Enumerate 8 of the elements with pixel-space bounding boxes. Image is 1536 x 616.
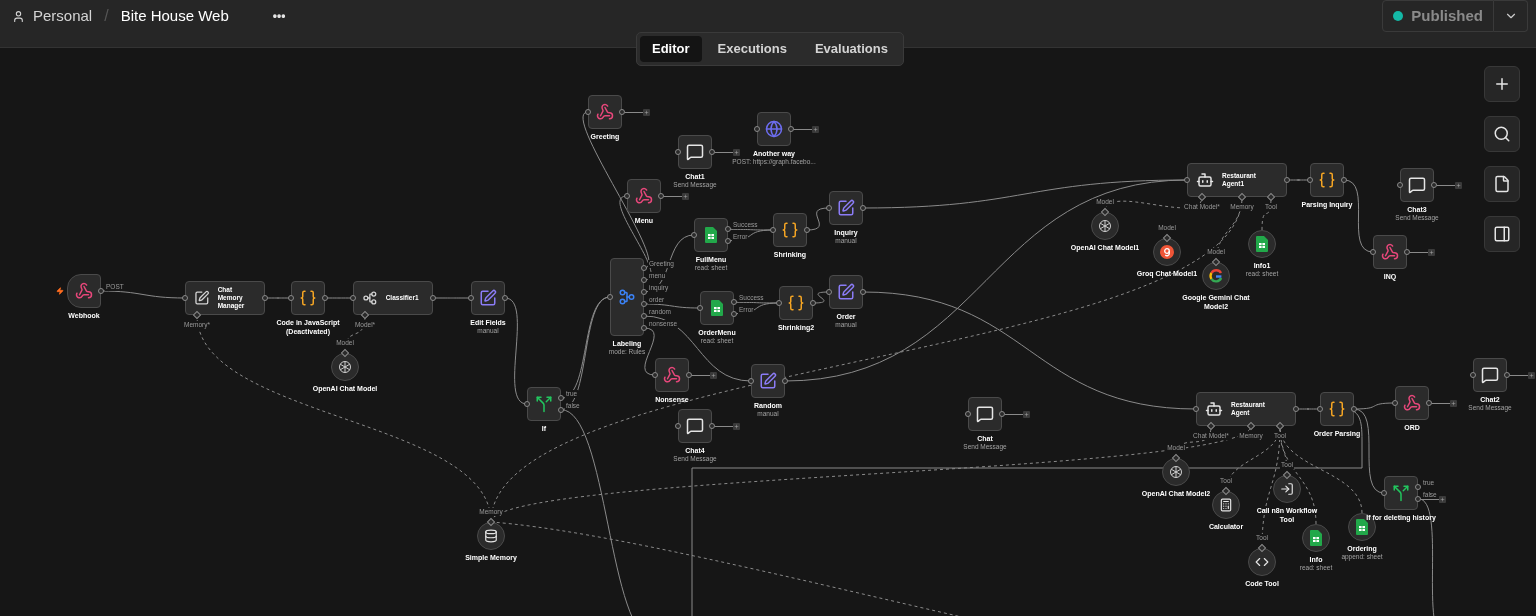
breadcrumb-link[interactable]: Personal <box>33 4 93 28</box>
breadcrumb-separator: / <box>104 6 109 26</box>
more-options-button[interactable]: ••• <box>272 7 286 25</box>
view-tab[interactable]: Executions <box>705 36 799 62</box>
breadcrumb-link[interactable]: Bite House Web <box>120 4 229 28</box>
view-tab[interactable]: Evaluations <box>802 36 900 62</box>
publish-status-button[interactable]: Published <box>1382 0 1494 32</box>
view-tab[interactable]: Editor <box>640 36 702 62</box>
